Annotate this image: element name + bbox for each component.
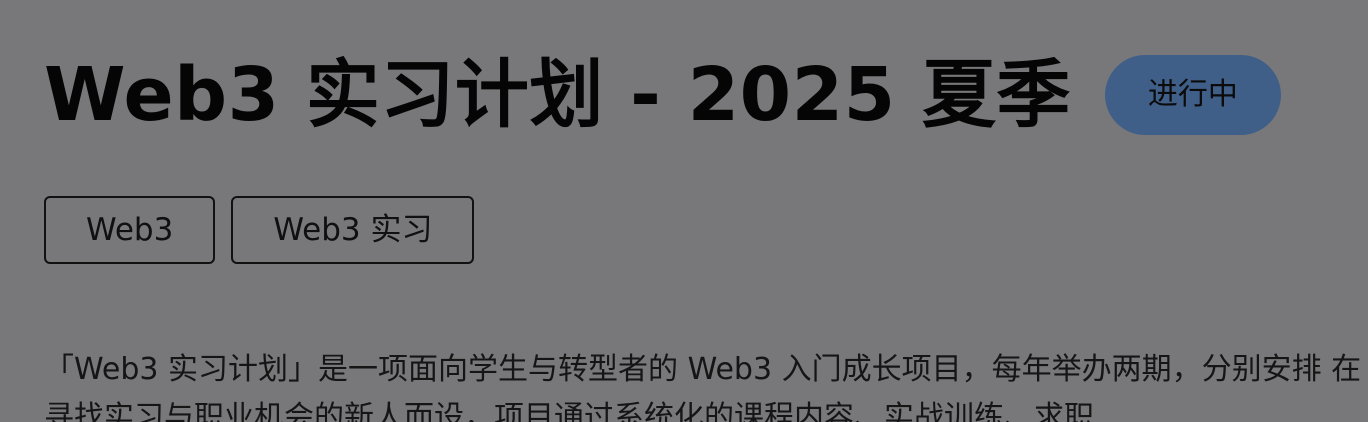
program-description: 「Web3 实习计划」是一项面向学生与转型者的 Web3 入门成长项目，每年举办… (44, 352, 1368, 422)
tag-web3[interactable]: Web3 (44, 196, 216, 264)
page-title: Web3 实习计划 - 2025 夏季 (44, 52, 1071, 138)
program-detail-page: Web3 实习计划 - 2025 夏季 进行中 Web3 Web3 实习 「We… (0, 0, 1368, 422)
status-badge: 进行中 (1104, 55, 1281, 135)
tag-list: Web3 Web3 实习 (44, 196, 475, 264)
tag-web3-internship[interactable]: Web3 实习 (231, 196, 475, 264)
title-row: Web3 实习计划 - 2025 夏季 进行中 (44, 52, 1281, 138)
